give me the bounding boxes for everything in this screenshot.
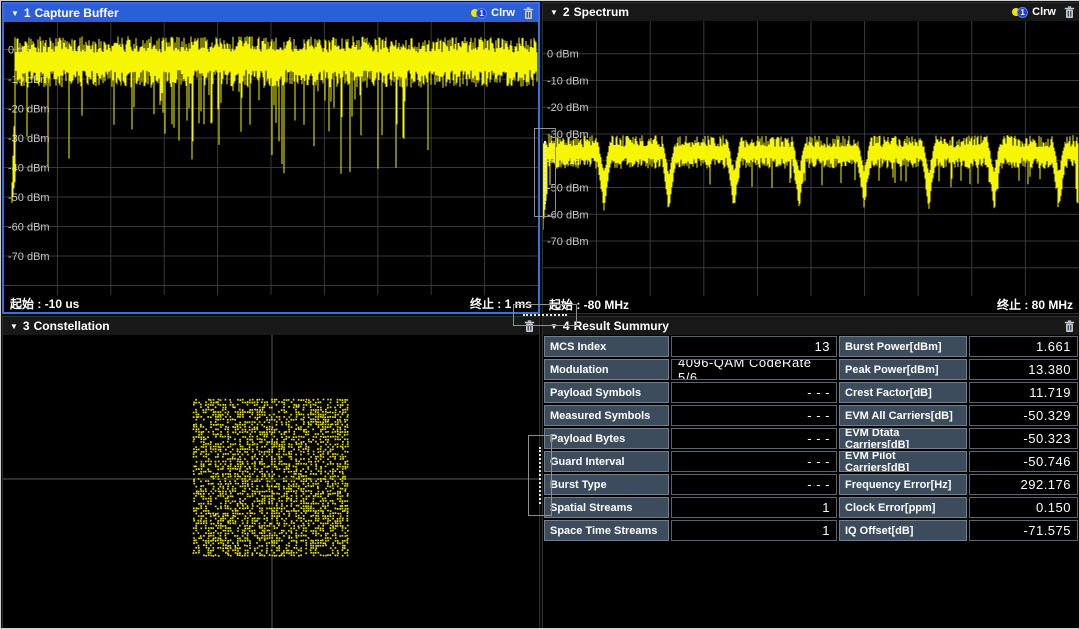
trash-icon — [1064, 6, 1075, 19]
result-value: 1 — [671, 497, 837, 518]
constellation-graph — [3, 335, 539, 628]
analyzer-screen: ▼ 1 Capture Buffer 1 Clrw 0 dBm-10 dBm- — [0, 0, 1080, 629]
result-label: Crest Factor[dB] — [839, 382, 967, 403]
svg-text:0 dBm: 0 dBm — [547, 49, 579, 61]
panel-header-constellation[interactable]: ▼ 3 Constellation — [3, 317, 539, 335]
horizontal-splitter-middle[interactable] — [513, 304, 577, 326]
svg-text:-70 dBm: -70 dBm — [8, 251, 50, 263]
result-value: -50.323 — [969, 428, 1078, 449]
result-value: - - - — [671, 451, 837, 472]
svg-text:-20 dBm: -20 dBm — [8, 104, 50, 116]
result-value: 13 — [671, 336, 837, 357]
result-label: Payload Bytes — [544, 428, 669, 449]
result-table: MCS Index13Burst Power[dBm]1.661 Modulati… — [543, 335, 1079, 542]
collapse-triangle-icon[interactable]: ▼ — [550, 8, 558, 17]
result-label: Burst Type — [544, 474, 669, 495]
result-value: - - - — [671, 382, 837, 403]
collapse-triangle-icon[interactable]: ▼ — [11, 9, 19, 18]
result-value: 1.661 — [969, 336, 1078, 357]
panel-title: Result Summury — [574, 319, 669, 333]
trash-icon — [1064, 320, 1075, 333]
trace-badge[interactable]: 1 Clrw — [471, 7, 515, 19]
result-label: Modulation — [544, 359, 669, 380]
result-value: - - - — [671, 405, 837, 426]
spectrum-graph: 0 dBm-10 dBm-20 dBm-30 dBm-40 dBm-50 dBm… — [543, 21, 1079, 296]
result-label: Burst Power[dBm] — [839, 336, 967, 357]
panel-header-spectrum[interactable]: ▼ 2 Spectrum 1 Clrw — [543, 3, 1079, 21]
x-axis-end-label: 终止 : 80 MHz — [997, 296, 1073, 313]
panel-title: Capture Buffer — [35, 6, 119, 20]
result-label: Payload Symbols — [544, 382, 669, 403]
result-label: Frequency Error[Hz] — [839, 474, 967, 495]
result-value: -50.746 — [969, 451, 1078, 472]
svg-text:-20 dBm: -20 dBm — [547, 102, 589, 114]
result-label: Spatial Streams — [544, 497, 669, 518]
collapse-triangle-icon[interactable]: ▼ — [10, 322, 18, 331]
svg-text:-10 dBm: -10 dBm — [547, 76, 589, 88]
result-value: 13.380 — [969, 359, 1078, 380]
result-value: 4096-QAM CodeRate 5/6 — [671, 359, 837, 380]
result-value: 1 — [671, 520, 837, 541]
trace-number-badge: 1 — [476, 8, 487, 19]
result-value: - - - — [671, 474, 837, 495]
result-value: -71.575 — [969, 520, 1078, 541]
result-label: Peak Power[dBm] — [839, 359, 967, 380]
result-label: EVM Dtata Carriers[dB] — [839, 428, 967, 449]
result-value: 0.150 — [969, 497, 1078, 518]
panel-number: 2 — [563, 5, 570, 19]
x-axis-start-label: 起始 : -10 us — [10, 295, 79, 312]
trace-mode-label: Clrw — [491, 7, 515, 19]
capture-buffer-graph: 0 dBm-10 dBm-20 dBm-30 dBm-40 dBm-50 dBm… — [4, 22, 538, 295]
result-value: -50.329 — [969, 405, 1078, 426]
result-label: IQ Offset[dB] — [839, 520, 967, 541]
result-value: 292.176 — [969, 474, 1078, 495]
result-label: EVM All Carriers[dB] — [839, 405, 967, 426]
result-label: Space Time Streams — [544, 520, 669, 541]
result-label: EVM Pilot Carriers[dB] — [839, 451, 967, 472]
panel-constellation[interactable]: ▼ 3 Constellation — [2, 316, 540, 629]
vertical-splitter-top[interactable] — [534, 128, 556, 217]
panel-title: Spectrum — [574, 5, 629, 19]
result-value: - - - — [671, 428, 837, 449]
trace-mode-label: Clrw — [1032, 6, 1056, 18]
panel-header-result-summary[interactable]: ▼ 4 Result Summury — [543, 317, 1079, 335]
splitter-dots — [523, 314, 568, 316]
delete-window-button[interactable] — [1064, 320, 1075, 333]
panel-spectrum[interactable]: ▼ 2 Spectrum 1 Clrw 0 dBm -10 dBm -20 dBm — [542, 2, 1080, 314]
delete-window-button[interactable] — [523, 7, 534, 20]
result-label: MCS Index — [544, 336, 669, 357]
panel-capture-buffer[interactable]: ▼ 1 Capture Buffer 1 Clrw 0 dBm-10 dBm- — [2, 2, 540, 314]
capture-buffer-graph-area[interactable]: 0 dBm-10 dBm-20 dBm-30 dBm-40 dBm-50 dBm… — [4, 22, 538, 295]
svg-text:-60 dBm: -60 dBm — [8, 222, 50, 234]
constellation-graph-area[interactable] — [3, 335, 539, 628]
spectrum-graph-area[interactable]: 0 dBm-10 dBm-20 dBm-30 dBm-40 dBm-50 dBm… — [543, 21, 1079, 296]
splitter-dots — [539, 447, 541, 504]
panel-result-summary[interactable]: ▼ 4 Result Summury MCS Index13Burst Powe… — [542, 316, 1080, 629]
svg-text:-10 dBm: -10 dBm — [8, 74, 50, 86]
delete-window-button[interactable] — [1064, 6, 1075, 19]
trace-badge[interactable]: 1 Clrw — [1012, 6, 1056, 18]
panel-title: Constellation — [34, 319, 110, 333]
panel-header-capture-buffer[interactable]: ▼ 1 Capture Buffer 1 Clrw — [4, 4, 538, 22]
capture-buffer-footer: 起始 : -10 us 终止 : 1 ms — [4, 295, 538, 312]
panel-number: 3 — [23, 319, 30, 333]
result-label: Guard Interval — [544, 451, 669, 472]
trace-number-badge: 1 — [1017, 7, 1028, 18]
panel-number: 1 — [24, 6, 31, 20]
spectrum-footer: 起始 : -80 MHz 终止 : 80 MHz — [543, 296, 1079, 313]
svg-text:-50 dBm: -50 dBm — [8, 192, 50, 204]
svg-text:-70 dBm: -70 dBm — [547, 236, 589, 248]
result-label: Measured Symbols — [544, 405, 669, 426]
splitter-dots — [544, 141, 546, 204]
result-value: 11.719 — [969, 382, 1078, 403]
result-label: Clock Error[ppm] — [839, 497, 967, 518]
trash-icon — [523, 7, 534, 20]
vertical-splitter-bottom[interactable] — [528, 435, 552, 516]
